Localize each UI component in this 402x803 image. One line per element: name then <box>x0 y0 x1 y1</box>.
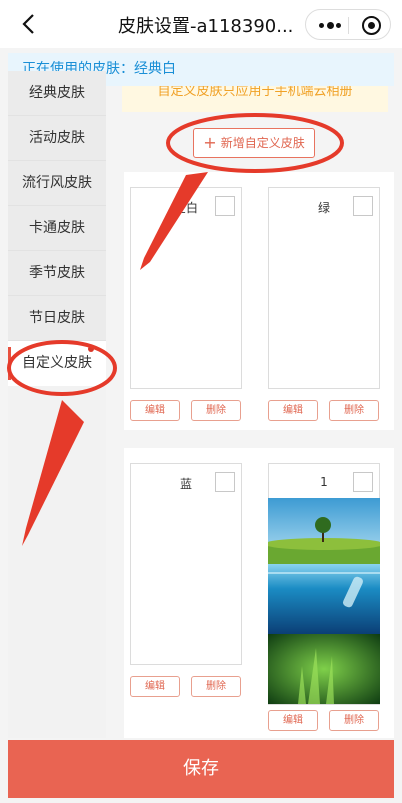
select-checkbox[interactable] <box>353 472 373 492</box>
sidebar-item-label: 流行风皮肤 <box>22 175 92 191</box>
sidebar-item-classic[interactable]: 经典皮肤 <box>8 71 106 116</box>
skin-category-sidebar: 经典皮肤 活动皮肤 流行风皮肤 卡通皮肤 季节皮肤 节日皮肤 自定义皮肤 <box>8 71 106 738</box>
more-icon[interactable] <box>319 22 341 29</box>
skin-card[interactable]: 空白 编辑 删除 <box>124 172 262 430</box>
sidebar-item-label: 经典皮肤 <box>29 85 85 101</box>
skin-preview[interactable]: 蓝 <box>130 463 242 665</box>
sidebar-item-cartoon[interactable]: 卡通皮肤 <box>8 206 106 251</box>
sidebar-item-activity[interactable]: 活动皮肤 <box>8 116 106 161</box>
navigation-bar: 皮肤设置-a118390... <box>0 0 402 48</box>
plus-icon: + <box>203 133 217 152</box>
sidebar-item-label: 自定义皮肤 <box>22 355 92 371</box>
sidebar-item-label: 卡通皮肤 <box>29 220 85 236</box>
skin-card[interactable]: 蓝 编辑 删除 <box>124 448 262 738</box>
skin-preview[interactable]: 空白 <box>130 187 242 389</box>
add-button-label: 新增自定义皮肤 <box>220 136 305 150</box>
skin-content-area: 自定义皮肤只应用于手机端云相册 + 新增自定义皮肤 空白 编辑 删除 绿 编辑 删… <box>106 86 394 738</box>
delete-button[interactable]: 删除 <box>329 400 379 421</box>
edit-button[interactable]: 编辑 <box>130 676 180 697</box>
edit-button[interactable]: 编辑 <box>130 400 180 421</box>
select-checkbox[interactable] <box>215 472 235 492</box>
current-skin-value: 经典白 <box>134 61 176 77</box>
skin-preview[interactable]: 绿 <box>268 187 380 389</box>
sidebar-item-festival[interactable]: 节日皮肤 <box>8 296 106 341</box>
close-mini-program-icon[interactable] <box>362 16 381 35</box>
sidebar-item-trendy[interactable]: 流行风皮肤 <box>8 161 106 206</box>
skin-image-stack <box>268 498 380 706</box>
delete-button[interactable]: 删除 <box>191 400 241 421</box>
save-button[interactable]: 保存 <box>8 740 394 798</box>
notice-banner: 自定义皮肤只应用于手机端云相册 <box>122 86 388 112</box>
sidebar-item-label: 活动皮肤 <box>29 130 85 146</box>
edit-button[interactable]: 编辑 <box>268 400 318 421</box>
skin-card[interactable]: 绿 编辑 删除 <box>262 172 394 430</box>
edit-button[interactable]: 编辑 <box>268 710 318 731</box>
skin-background-images <box>268 498 380 704</box>
delete-button[interactable]: 删除 <box>191 676 241 697</box>
mini-program-capsule <box>305 9 391 40</box>
skin-card[interactable]: 1 编辑 删除 <box>262 448 394 738</box>
select-checkbox[interactable] <box>215 196 235 216</box>
page-title: 皮肤设置-a118390... <box>118 16 294 37</box>
add-custom-skin-button[interactable]: + 新增自定义皮肤 <box>193 128 315 158</box>
sidebar-item-label: 节日皮肤 <box>29 310 85 326</box>
sidebar-item-custom[interactable]: 自定义皮肤 <box>8 341 106 386</box>
unread-dot <box>88 346 94 352</box>
sidebar-item-season[interactable]: 季节皮肤 <box>8 251 106 296</box>
delete-button[interactable]: 删除 <box>329 710 379 731</box>
select-checkbox[interactable] <box>353 196 373 216</box>
back-icon[interactable] <box>18 12 42 36</box>
sidebar-item-label: 季节皮肤 <box>29 265 85 281</box>
